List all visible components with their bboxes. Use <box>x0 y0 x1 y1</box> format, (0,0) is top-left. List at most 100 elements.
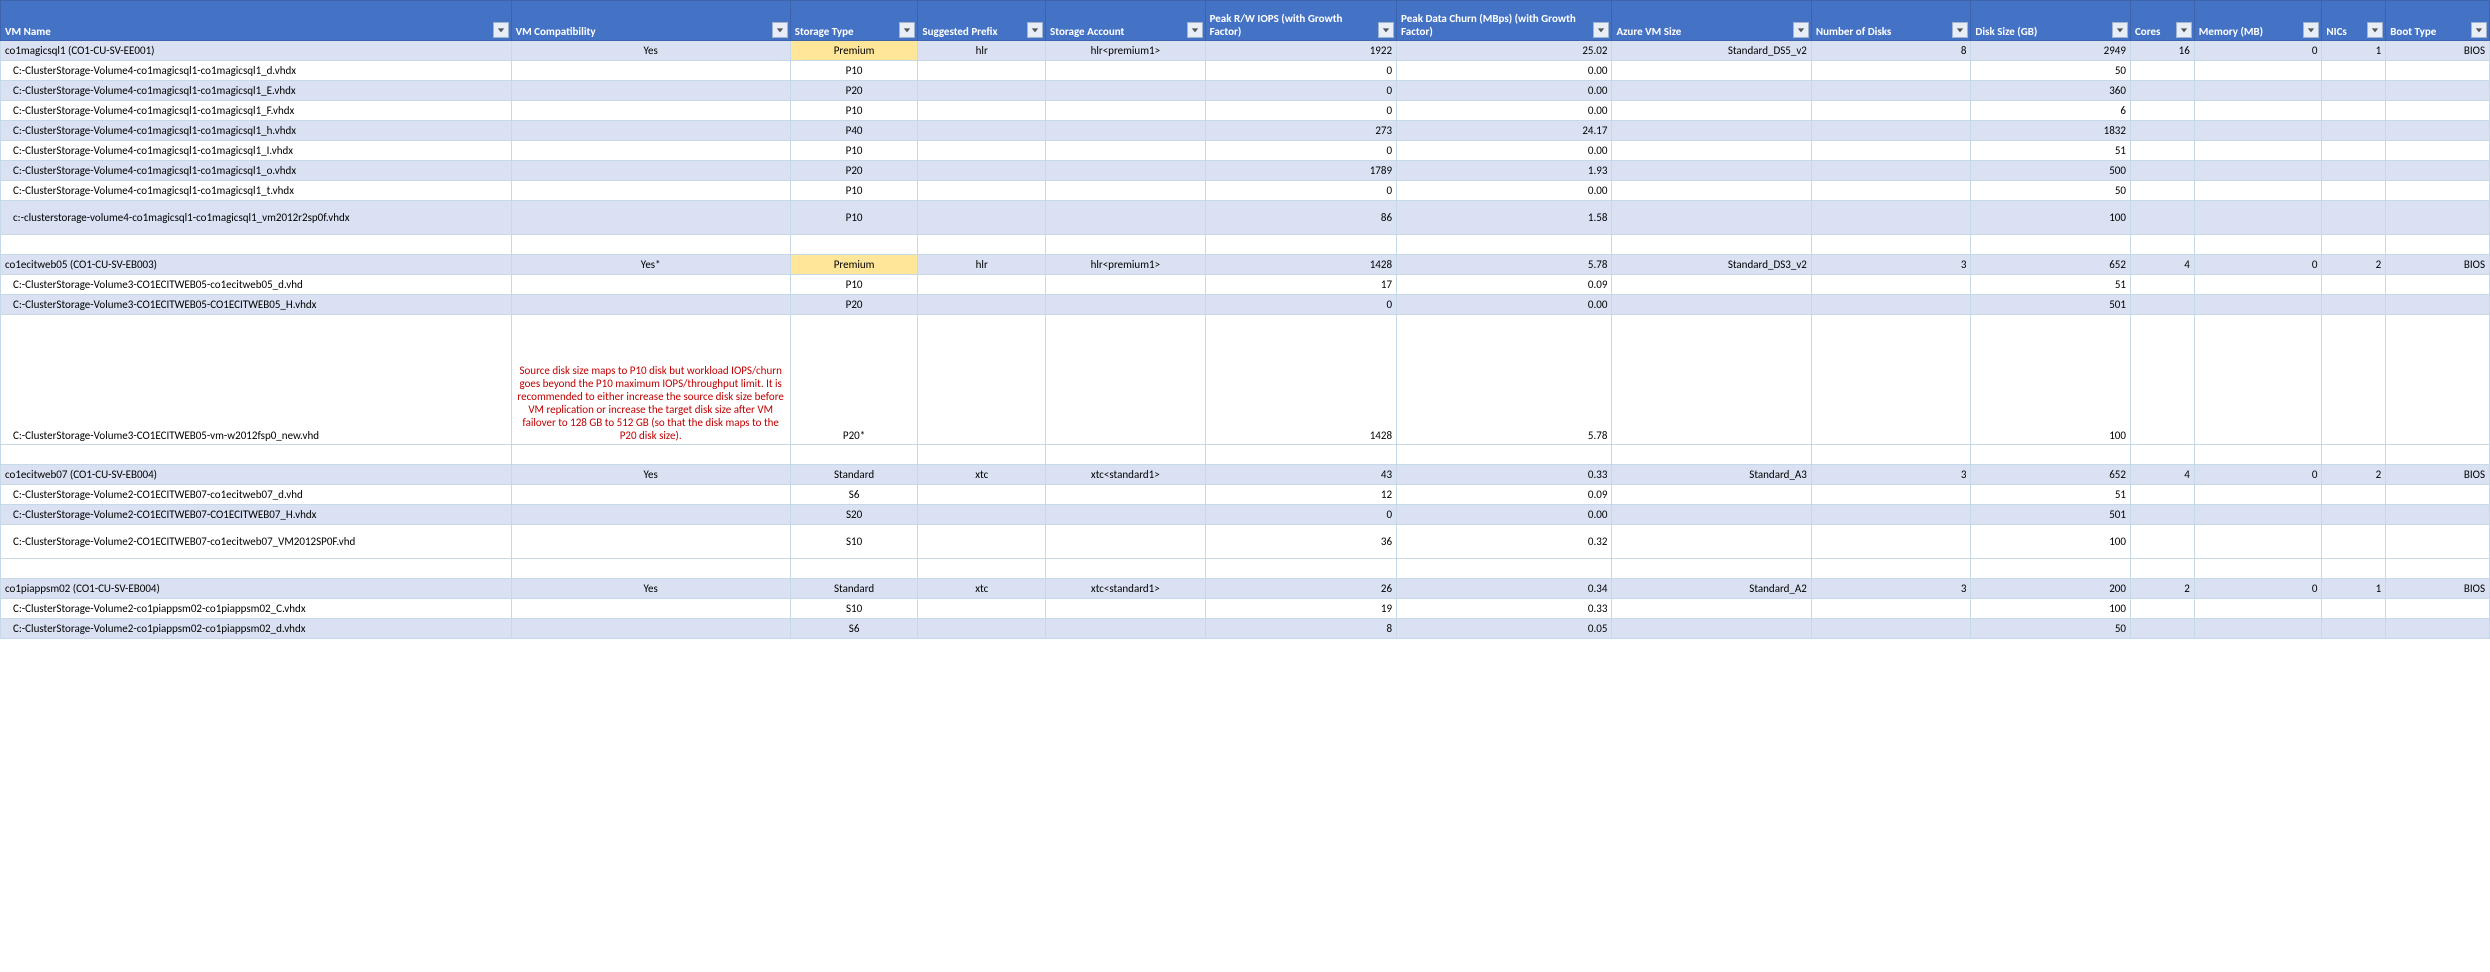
cell-stype[interactable] <box>790 235 918 255</box>
cell-acct[interactable] <box>1046 559 1206 579</box>
cell-nics[interactable] <box>2322 505 2386 525</box>
cell-dsize[interactable] <box>1971 445 2131 465</box>
cell-churn[interactable] <box>1397 559 1612 579</box>
filter-dropdown-icon[interactable] <box>2112 22 2128 38</box>
cell-vmname[interactable]: C:-ClusterStorage-Volume4-co1magicsql1-c… <box>1 181 512 201</box>
cell-acct[interactable] <box>1046 101 1206 121</box>
cell-compat[interactable]: Yes <box>511 465 790 485</box>
cell-mem[interactable]: 0 <box>2194 255 2322 275</box>
filter-dropdown-icon[interactable] <box>1027 22 1043 38</box>
filter-dropdown-icon[interactable] <box>1793 22 1809 38</box>
cell-acct[interactable]: hlr<premium1> <box>1046 255 1206 275</box>
cell-vmsize[interactable] <box>1612 525 1811 559</box>
cell-iops[interactable]: 0 <box>1205 61 1396 81</box>
cell-ndisks[interactable]: 8 <box>1811 41 1971 61</box>
cell-dsize[interactable]: 200 <box>1971 579 2131 599</box>
cell-compat[interactable] <box>511 599 790 619</box>
cell-vmsize[interactable] <box>1612 81 1811 101</box>
cell-vmname[interactable]: C:-ClusterStorage-Volume3-CO1ECITWEB05-v… <box>1 315 512 445</box>
cell-vmname[interactable]: C:-ClusterStorage-Volume2-CO1ECITWEB07-c… <box>1 525 512 559</box>
cell-compat[interactable] <box>511 445 790 465</box>
cell-dsize[interactable] <box>1971 235 2131 255</box>
cell-compat[interactable]: Yes* <box>511 255 790 275</box>
cell-dsize[interactable]: 50 <box>1971 181 2131 201</box>
cell-mem[interactable] <box>2194 525 2322 559</box>
cell-prefix[interactable] <box>918 315 1046 445</box>
cell-acct[interactable] <box>1046 599 1206 619</box>
cell-churn[interactable]: 0.00 <box>1397 181 1612 201</box>
cell-churn[interactable]: 0.00 <box>1397 61 1612 81</box>
cell-vmname[interactable]: co1ecitweb07 (CO1-CU-SV-EB004) <box>1 465 512 485</box>
cell-stype[interactable]: S6 <box>790 485 918 505</box>
cell-stype[interactable]: P10 <box>790 201 918 235</box>
cell-cores[interactable] <box>2130 201 2194 235</box>
cell-compat[interactable] <box>511 295 790 315</box>
cell-vmsize[interactable]: Standard_DS5_v2 <box>1612 41 1811 61</box>
cell-nics[interactable] <box>2322 161 2386 181</box>
cell-mem[interactable]: 0 <box>2194 465 2322 485</box>
cell-iops[interactable]: 0 <box>1205 141 1396 161</box>
cell-prefix[interactable] <box>918 201 1046 235</box>
cell-boot[interactable] <box>2386 295 2490 315</box>
cell-stype[interactable]: S6 <box>790 619 918 639</box>
cell-iops[interactable]: 0 <box>1205 81 1396 101</box>
cell-mem[interactable] <box>2194 61 2322 81</box>
cell-boot[interactable] <box>2386 161 2490 181</box>
cell-nics[interactable] <box>2322 485 2386 505</box>
cell-iops[interactable]: 1428 <box>1205 315 1396 445</box>
cell-nics[interactable]: 1 <box>2322 579 2386 599</box>
cell-vmname[interactable]: C:-ClusterStorage-Volume4-co1magicsql1-c… <box>1 101 512 121</box>
cell-acct[interactable] <box>1046 525 1206 559</box>
cell-compat[interactable] <box>511 201 790 235</box>
cell-dsize[interactable]: 2949 <box>1971 41 2131 61</box>
cell-cores[interactable] <box>2130 295 2194 315</box>
cell-prefix[interactable] <box>918 619 1046 639</box>
cell-dsize[interactable]: 501 <box>1971 505 2131 525</box>
cell-ndisks[interactable] <box>1811 235 1971 255</box>
filter-dropdown-icon[interactable] <box>493 22 509 38</box>
cell-prefix[interactable] <box>918 121 1046 141</box>
cell-compat[interactable] <box>511 235 790 255</box>
cell-cores[interactable] <box>2130 275 2194 295</box>
filter-dropdown-icon[interactable] <box>2303 22 2319 38</box>
cell-iops[interactable]: 0 <box>1205 295 1396 315</box>
cell-acct[interactable] <box>1046 619 1206 639</box>
cell-vmname[interactable]: C:-ClusterStorage-Volume2-CO1ECITWEB07-C… <box>1 505 512 525</box>
cell-cores[interactable] <box>2130 121 2194 141</box>
cell-vmname[interactable] <box>1 445 512 465</box>
cell-iops[interactable] <box>1205 559 1396 579</box>
cell-acct[interactable] <box>1046 121 1206 141</box>
cell-prefix[interactable] <box>918 445 1046 465</box>
cell-stype[interactable]: P10 <box>790 141 918 161</box>
cell-compat[interactable]: Yes <box>511 41 790 61</box>
cell-prefix[interactable] <box>918 235 1046 255</box>
cell-prefix[interactable] <box>918 141 1046 161</box>
cell-prefix[interactable] <box>918 81 1046 101</box>
cell-nics[interactable] <box>2322 619 2386 639</box>
cell-ndisks[interactable] <box>1811 525 1971 559</box>
cell-cores[interactable] <box>2130 505 2194 525</box>
cell-iops[interactable]: 0 <box>1205 505 1396 525</box>
cell-ndisks[interactable] <box>1811 559 1971 579</box>
cell-boot[interactable] <box>2386 61 2490 81</box>
cell-vmname[interactable]: C:-ClusterStorage-Volume3-CO1ECITWEB05-c… <box>1 275 512 295</box>
filter-dropdown-icon[interactable] <box>1378 22 1394 38</box>
cell-vmsize[interactable] <box>1612 505 1811 525</box>
cell-ndisks[interactable]: 3 <box>1811 255 1971 275</box>
cell-churn[interactable]: 0.33 <box>1397 599 1612 619</box>
cell-dsize[interactable]: 50 <box>1971 619 2131 639</box>
cell-acct[interactable] <box>1046 201 1206 235</box>
col-header-vmsize[interactable]: Azure VM Size <box>1612 1 1811 41</box>
cell-nics[interactable]: 2 <box>2322 465 2386 485</box>
col-header-compat[interactable]: VM Compatibility <box>511 1 790 41</box>
cell-prefix[interactable]: xtc <box>918 579 1046 599</box>
cell-compat[interactable] <box>511 121 790 141</box>
cell-boot[interactable] <box>2386 445 2490 465</box>
cell-dsize[interactable]: 652 <box>1971 465 2131 485</box>
col-header-ndisks[interactable]: Number of Disks <box>1811 1 1971 41</box>
filter-dropdown-icon[interactable] <box>899 22 915 38</box>
cell-ndisks[interactable] <box>1811 161 1971 181</box>
cell-prefix[interactable] <box>918 295 1046 315</box>
cell-mem[interactable] <box>2194 141 2322 161</box>
cell-ndisks[interactable] <box>1811 485 1971 505</box>
